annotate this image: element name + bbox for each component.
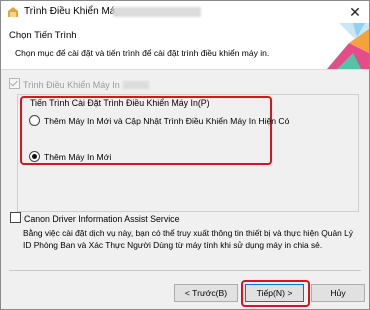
installer-window: Trình Điều Khiển Máy ✕ Chọn Tiến Trình C… <box>0 0 370 310</box>
radio-icon[interactable] <box>29 115 40 126</box>
redacted-model-name <box>113 7 201 17</box>
page-title: Chọn Tiến Trình <box>9 30 77 41</box>
cancel-button[interactable]: Hủy <box>311 284 365 302</box>
app-icon <box>8 7 18 17</box>
checkbox-checked-icon <box>9 78 20 89</box>
driver-checkbox-row: Trình Điều Khiển Máy In <box>9 78 149 90</box>
driver-checkbox-label: Trình Điều Khiển Máy In <box>23 80 120 90</box>
radio-option-label: Thêm Máy In Mới và Cập Nhật Trình Điều K… <box>44 116 290 126</box>
page-header: Chọn Tiến Trình Chọn mục để cài đặt và t… <box>1 23 369 70</box>
radio-option-update[interactable]: Thêm Máy In Mới và Cập Nhật Trình Điều K… <box>29 115 289 126</box>
title-bar: Trình Điều Khiển Máy ✕ <box>1 1 369 23</box>
redacted-printer-name <box>122 81 149 89</box>
page-subtitle: Chọn mục để cài đặt và tiến trình để cài… <box>15 48 270 58</box>
service-checkbox-label: Canon Driver Information Assist Service <box>24 214 180 224</box>
next-button[interactable]: Tiếp(N) > <box>245 284 304 302</box>
back-button[interactable]: < Trước(B) <box>174 284 238 302</box>
process-group-legend: Tiến Trình Cài Đặt Trình Điều Khiển Máy … <box>29 98 211 108</box>
checkbox-icon[interactable] <box>10 212 21 223</box>
radio-selected-icon[interactable] <box>29 151 40 162</box>
service-checkbox-row[interactable]: Canon Driver Information Assist Service <box>10 212 179 224</box>
service-description: Bằng việc cài đặt dịch vụ này, bạn có th… <box>23 228 353 250</box>
header-graphic <box>327 23 369 69</box>
window-title: Trình Điều Khiển Máy <box>24 6 121 17</box>
footer-separator <box>9 270 361 271</box>
radio-option-add-new[interactable]: Thêm Máy In Mới <box>29 151 111 162</box>
close-icon[interactable]: ✕ <box>347 4 363 20</box>
radio-option-label: Thêm Máy In Mới <box>44 152 112 162</box>
content-area: Trình Điều Khiển Máy In Tiến Trình Cài Đ… <box>1 70 369 270</box>
